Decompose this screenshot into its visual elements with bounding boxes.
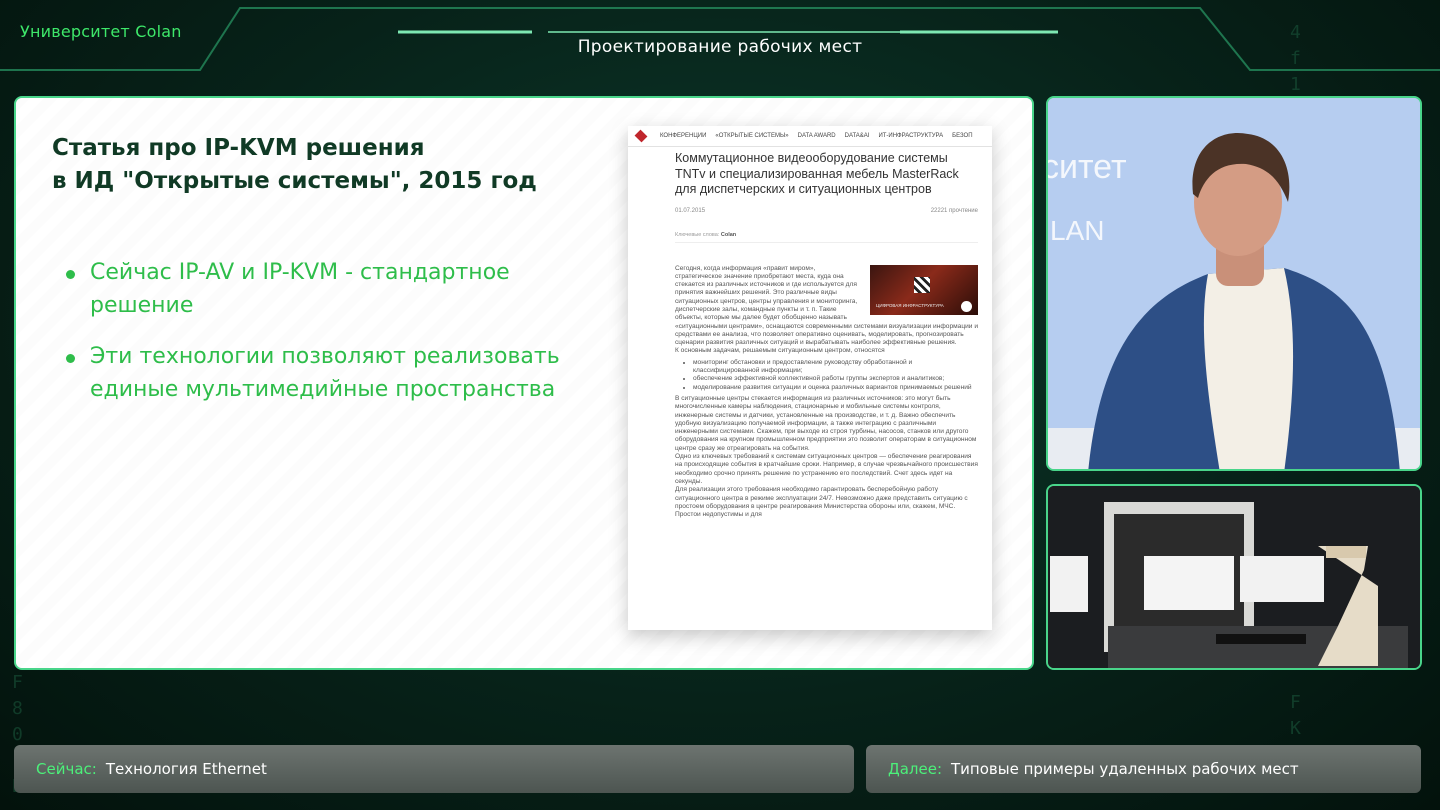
video-logo-icon [914, 276, 930, 293]
article-tags-label: Ключевые слова: [675, 231, 720, 238]
article-nav-item: БЕЗОП [952, 133, 973, 139]
article-nav-item: КОНФЕРЕНЦИИ [660, 133, 707, 139]
article-views: 22221 прочтение [930, 207, 978, 214]
article-screenshot: КОНФЕРЕНЦИИ «ОТКРЫТЫЕ СИСТЕМЫ» DATA AWAR… [628, 126, 992, 630]
article-tags: Ключевые слова: Colan [675, 232, 978, 243]
article-meta: 01.07.2015 22221 прочтение [675, 208, 978, 214]
now-playing-bar: Сейчас: Технология Ethernet [14, 745, 854, 793]
article-nav-item: «ОТКРЫТЫЕ СИСТЕМЫ» [715, 133, 789, 139]
wall-logo-text: ситет [1048, 148, 1127, 186]
next-text: Типовые примеры удаленных рабочих мест [951, 760, 1299, 778]
page-title: Проектирование рабочих мест [577, 37, 863, 57]
now-text: Технология Ethernet [105, 760, 267, 778]
article-headline: Коммутационное видеооборудование системы… [675, 151, 959, 196]
presenter-illustration: ситет LAN [1048, 98, 1420, 469]
presentation-slide: Статья про IP-KVM решения в ИД "Открытые… [14, 96, 1034, 670]
bullet-dot [66, 354, 75, 363]
article-paragraph: К основным задачам, решаемым ситуационны… [675, 347, 885, 355]
article-paragraph: Одно из ключевых требований к системам с… [675, 453, 978, 485]
up-next-bar: Далее: Типовые примеры удаленных рабочих… [866, 745, 1421, 793]
video-caption: ЦИФРОВАЯ ИНФРАСТРУКТУРА [876, 303, 944, 309]
play-icon [961, 300, 972, 312]
article-list-item: мониторинг обстановки и предоставление р… [693, 359, 978, 376]
wall-logo-text: LAN [1050, 215, 1104, 246]
article-body: ЦИФРОВАЯ ИНФРАСТРУКТУРА Сегодня, когда и… [675, 264, 978, 520]
bullet-dot [66, 270, 75, 279]
next-label: Далее: [888, 760, 943, 778]
studio-video [1046, 484, 1422, 670]
article-nav-item: DATA&AI [844, 133, 870, 139]
article-list: мониторинг обстановки и предоставление р… [683, 359, 978, 392]
article-list-item: обеспечение эффективной коллективной раб… [693, 375, 978, 383]
article-paragraph: Для реализации этого требования необходи… [675, 486, 968, 519]
article-tags-value: Colan [720, 231, 737, 238]
article-nav: КОНФЕРЕНЦИИ «ОТКРЫТЫЕ СИСТЕМЫ» DATA AWAR… [628, 126, 992, 147]
article-nav-item: DATA AWARD [797, 133, 836, 139]
presenter-video: ситет LAN [1046, 96, 1422, 471]
studio-illustration [1048, 486, 1420, 668]
bullet-text: Сейчас IP-AV и IP-KVM - стандартное реше… [90, 260, 510, 318]
publisher-logo-icon [634, 129, 648, 143]
slide-title: Статья про IP-KVM решения в ИД "Открытые… [52, 135, 537, 194]
background-glyphs-right: FK [1290, 692, 1301, 739]
article-nav-item: ИТ-ИНФРАСТРУКТУРА [878, 133, 944, 139]
article-video-thumbnail: ЦИФРОВАЯ ИНФРАСТРУКТУРА [870, 264, 978, 315]
bullet-text: Эти технологии позволяют реализовать еди… [90, 344, 560, 402]
article-list-item: моделирование развития ситуации и оценка… [693, 384, 978, 392]
bullet-list: Сейчас IP-AV и IP-KVM - стандартное реше… [66, 256, 586, 424]
now-label: Сейчас: [36, 760, 97, 778]
bullet-item: Эти технологии позволяют реализовать еди… [66, 340, 586, 406]
bullet-item: Сейчас IP-AV и IP-KVM - стандартное реше… [66, 256, 586, 322]
article-date: 01.07.2015 [675, 207, 706, 214]
article-paragraph: В ситуационные центры стекается информац… [675, 394, 977, 452]
